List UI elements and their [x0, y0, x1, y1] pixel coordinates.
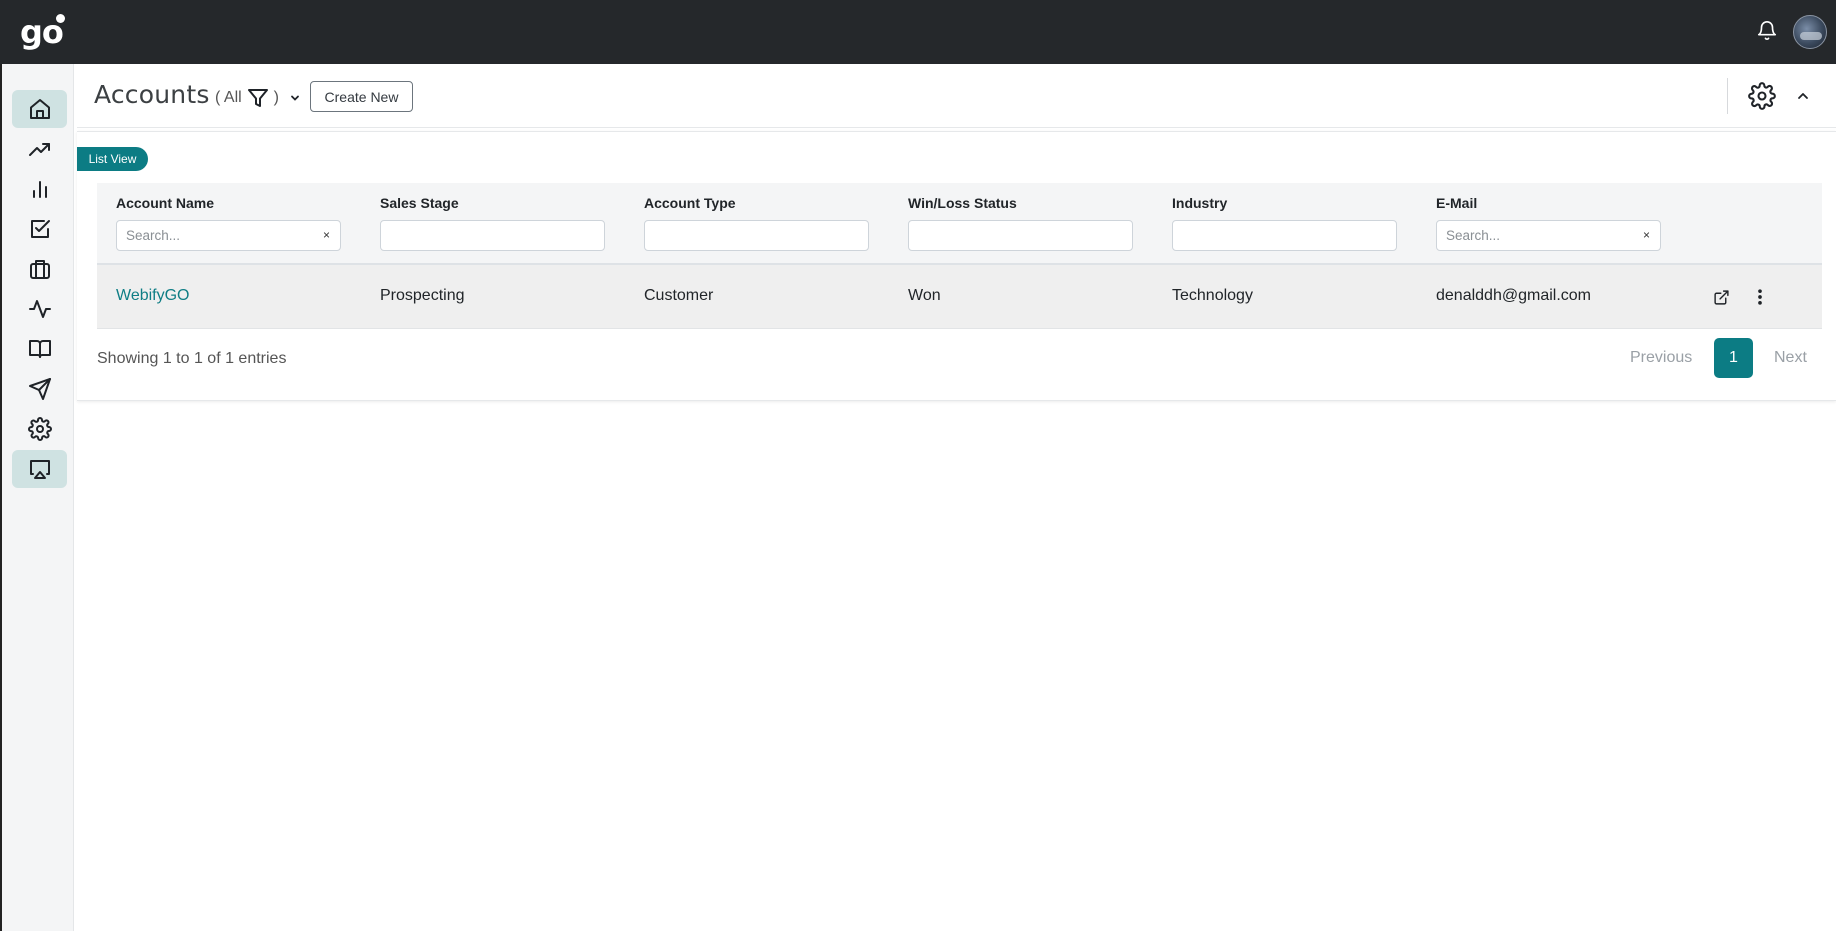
sidebar-item-tasks[interactable]: [12, 210, 67, 248]
email-clear-icon[interactable]: ×: [1643, 228, 1650, 242]
trend-up-icon: [28, 143, 50, 156]
header-bottom-divider: [77, 127, 1836, 128]
table-row[interactable]: WebifyGO Prospecting Customer Won Techno…: [97, 265, 1822, 329]
email-cell: denalddh@gmail.com: [1436, 287, 1591, 304]
checkbox-icon: [30, 220, 50, 238]
filter-open-label: ( All: [215, 89, 242, 106]
view-filter-toggle[interactable]: ( All ): [215, 86, 301, 110]
create-new-button[interactable]: Create New: [310, 81, 413, 112]
bar-chart-icon: [32, 181, 47, 198]
sales-stage-filter-field[interactable]: [390, 228, 595, 243]
industry-filter-field[interactable]: [1182, 228, 1387, 243]
user-avatar[interactable]: [1793, 15, 1827, 49]
sidebar-item-home[interactable]: [12, 90, 67, 128]
industry-filter-input[interactable]: [1172, 220, 1397, 251]
list-view-tag[interactable]: List View: [77, 147, 148, 171]
page-settings-button[interactable]: [1748, 82, 1776, 110]
sidebar-item-deals[interactable]: [12, 250, 67, 288]
page-title: Accounts: [94, 80, 210, 109]
book-icon: [28, 340, 51, 358]
send-icon: [28, 378, 51, 400]
sidebar: [0, 64, 74, 931]
column-header-email[interactable]: E-Mail: [1436, 195, 1477, 211]
sidebar-item-knowledge[interactable]: [12, 330, 67, 368]
activity-icon: [28, 300, 51, 318]
home-icon: [29, 99, 50, 119]
chevron-up-icon: [1798, 93, 1808, 99]
account-type-cell: Customer: [644, 287, 714, 304]
sidebar-item-activity[interactable]: [12, 290, 67, 328]
collapse-header-button[interactable]: [1795, 88, 1811, 104]
column-header-sales-stage[interactable]: Sales Stage: [380, 195, 459, 211]
page-header: Accounts ( All ) Create New: [75, 64, 1836, 128]
column-header-account-name[interactable]: Account Name: [116, 195, 214, 211]
column-header-account-type[interactable]: Account Type: [644, 195, 736, 211]
account-name-clear-icon[interactable]: ×: [323, 228, 330, 242]
sidebar-item-trends[interactable]: [12, 130, 67, 168]
pagination-page-1[interactable]: 1: [1714, 338, 1753, 378]
column-header-industry[interactable]: Industry: [1172, 195, 1227, 211]
sales-stage-cell: Prospecting: [380, 287, 465, 304]
sidebar-item-reports[interactable]: [12, 170, 67, 208]
industry-cell: Technology: [1172, 287, 1253, 304]
notification-bell-icon[interactable]: [1756, 20, 1778, 42]
settings-icon: [27, 417, 52, 441]
filter-icon: [247, 89, 268, 107]
account-name-search-input[interactable]: ×: [116, 220, 341, 251]
sidebar-item-presentation[interactable]: [12, 450, 67, 488]
win-loss-filter-field[interactable]: [918, 228, 1123, 243]
column-header-win-loss-status[interactable]: Win/Loss Status: [908, 195, 1017, 211]
account-type-filter-field[interactable]: [654, 228, 859, 243]
more-vertical-icon: [1758, 289, 1762, 305]
sales-stage-filter-input[interactable]: [380, 220, 605, 251]
win-loss-cell: Won: [908, 287, 941, 304]
account-name-search-field[interactable]: [126, 228, 331, 243]
sidebar-item-campaigns[interactable]: [12, 370, 67, 408]
account-type-filter-input[interactable]: [644, 220, 869, 251]
external-link-icon: [1714, 290, 1729, 305]
top-bar: go: [0, 0, 1836, 64]
briefcase-icon: [29, 260, 50, 279]
table-header: Account Name × Sales Stage Account Type …: [97, 183, 1822, 265]
email-search-input[interactable]: ×: [1436, 220, 1661, 251]
header-divider: [1727, 78, 1728, 114]
row-actions-button[interactable]: [1750, 287, 1770, 307]
logo-dot-icon: [56, 14, 65, 23]
entries-info: Showing 1 to 1 of 1 entries: [97, 350, 287, 367]
gear-icon: [1748, 82, 1776, 110]
email-search-field[interactable]: [1446, 228, 1651, 243]
chevron-down-icon: [291, 95, 299, 101]
pagination-next[interactable]: Next: [1774, 349, 1807, 367]
account-name-link[interactable]: WebifyGO: [116, 287, 190, 305]
filter-close-label: ): [273, 89, 279, 106]
sidebar-item-settings[interactable]: [12, 410, 67, 448]
open-record-button[interactable]: [1713, 289, 1730, 306]
presentation-icon: [29, 460, 50, 479]
pagination-previous[interactable]: Previous: [1630, 349, 1692, 367]
win-loss-filter-input[interactable]: [908, 220, 1133, 251]
